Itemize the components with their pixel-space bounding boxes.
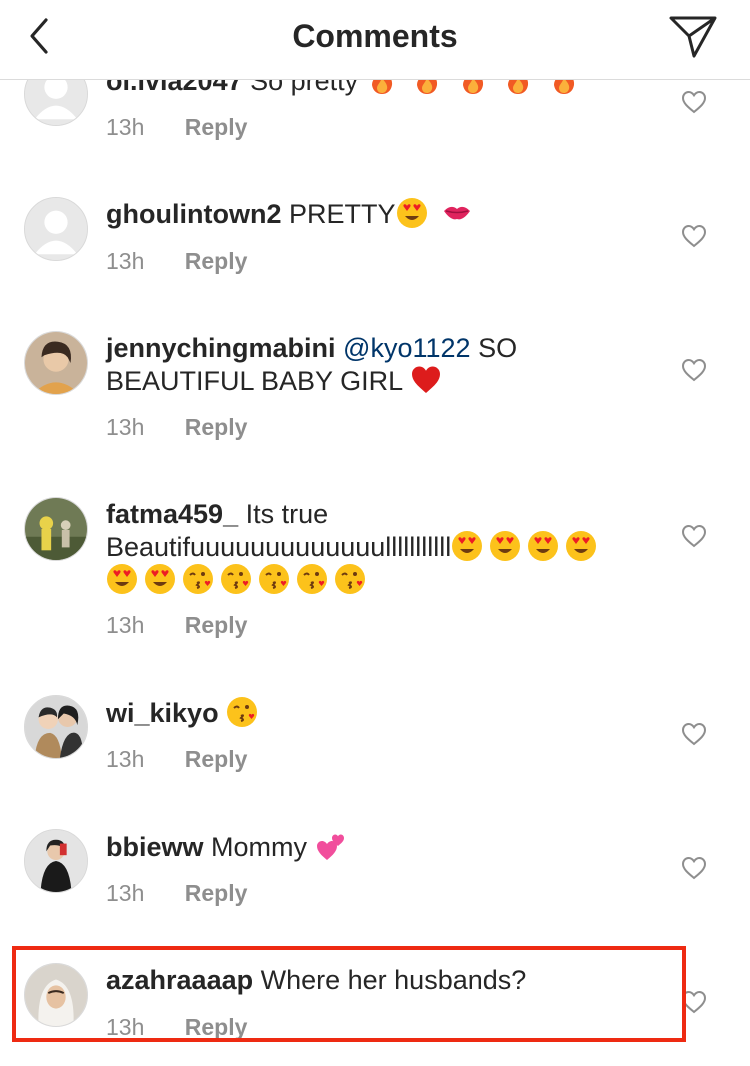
comment-timestamp: 13h: [106, 746, 145, 772]
like-heart-icon[interactable]: [681, 722, 707, 746]
comment-body: fatma459_ Its true Beautifuuuuuuuuuuuuul…: [106, 498, 646, 596]
reply-button[interactable]: Reply: [185, 412, 248, 442]
avatar[interactable]: [24, 829, 88, 893]
comment-mention[interactable]: @kyo1122: [343, 333, 471, 363]
comment-timestamp: 13h: [106, 414, 145, 440]
like-heart-icon[interactable]: [681, 358, 707, 382]
comment-text: PRETTY: [288, 199, 396, 229]
comment-username[interactable]: fatma459_: [106, 499, 238, 529]
heart-eyes-icon: [451, 530, 483, 562]
comment-meta: 13h Reply: [106, 112, 247, 142]
reply-button[interactable]: Reply: [185, 610, 248, 640]
heart-eyes-icon: [396, 197, 428, 229]
kissing-face-icon: [334, 563, 366, 595]
avatar[interactable]: [24, 695, 88, 759]
like-heart-icon[interactable]: [681, 90, 707, 114]
reply-button[interactable]: Reply: [185, 112, 248, 142]
comment-timestamp: 13h: [106, 114, 145, 140]
kiss-lips-icon: [441, 197, 473, 229]
comments-list: ol.ivia2047 So pretty 13h Reply ghoulint…: [0, 0, 750, 1066]
heart-eyes-icon: [144, 563, 176, 595]
kissing-face-icon: [220, 563, 252, 595]
heart-eyes-icon: [565, 530, 597, 562]
comment-body: jennychingmabini @kyo1122 SO BEAUTIFUL B…: [106, 332, 646, 397]
heart-eyes-icon: [106, 563, 138, 595]
page-title: Comments: [292, 18, 458, 54]
kissing-face-icon: [182, 563, 214, 595]
comment-meta: 13h Reply: [106, 246, 247, 276]
comment-text: Where her husbands?: [260, 965, 527, 995]
comment-username[interactable]: jennychingmabini: [106, 333, 336, 363]
avatar[interactable]: [24, 331, 88, 395]
avatar[interactable]: [24, 963, 88, 1027]
comment-text: Mommy: [211, 832, 308, 862]
avatar-placeholder[interactable]: [24, 197, 88, 261]
comment-timestamp: 13h: [106, 1014, 145, 1040]
heart-eyes-icon: [527, 530, 559, 562]
like-heart-icon[interactable]: [681, 224, 707, 248]
comment-meta: 13h Reply: [106, 610, 247, 640]
comment-body: azahraaaap Where her husbands?: [106, 964, 646, 996]
two-hearts-icon: [315, 830, 347, 862]
reply-button[interactable]: Reply: [185, 878, 248, 908]
comment-timestamp: 13h: [106, 612, 145, 638]
like-heart-icon[interactable]: [681, 856, 707, 880]
avatar[interactable]: [24, 497, 88, 561]
comment-username[interactable]: azahraaaap: [106, 965, 253, 995]
comment-meta: 13h Reply: [106, 878, 247, 908]
top-bar: Comments: [0, 0, 750, 80]
comment-body: wi_kikyo: [106, 696, 646, 729]
comment-username[interactable]: ghoulintown2: [106, 199, 281, 229]
comment-username[interactable]: bbieww: [106, 832, 204, 862]
like-heart-icon[interactable]: [681, 990, 707, 1014]
comment-meta: 13h Reply: [106, 412, 247, 442]
comment-username[interactable]: wi_kikyo: [106, 698, 219, 728]
comment-timestamp: 13h: [106, 880, 145, 906]
reply-button[interactable]: Reply: [185, 744, 248, 774]
comment-meta: 13h Reply: [106, 1012, 247, 1042]
kissing-face-icon: [258, 563, 290, 595]
red-heart-icon: [410, 364, 442, 396]
reply-button[interactable]: Reply: [185, 246, 248, 276]
comment-meta: 13h Reply: [106, 744, 247, 774]
heart-eyes-icon: [489, 530, 521, 562]
kissing-face-icon: [226, 696, 258, 728]
like-heart-icon[interactable]: [681, 524, 707, 548]
reply-button[interactable]: Reply: [185, 1012, 248, 1042]
comment-body: bbieww Mommy: [106, 830, 646, 863]
paper-plane-icon[interactable]: [668, 14, 718, 60]
comment-body: ghoulintown2 PRETTY: [106, 197, 646, 230]
comment-timestamp: 13h: [106, 248, 145, 274]
kissing-face-icon: [296, 563, 328, 595]
